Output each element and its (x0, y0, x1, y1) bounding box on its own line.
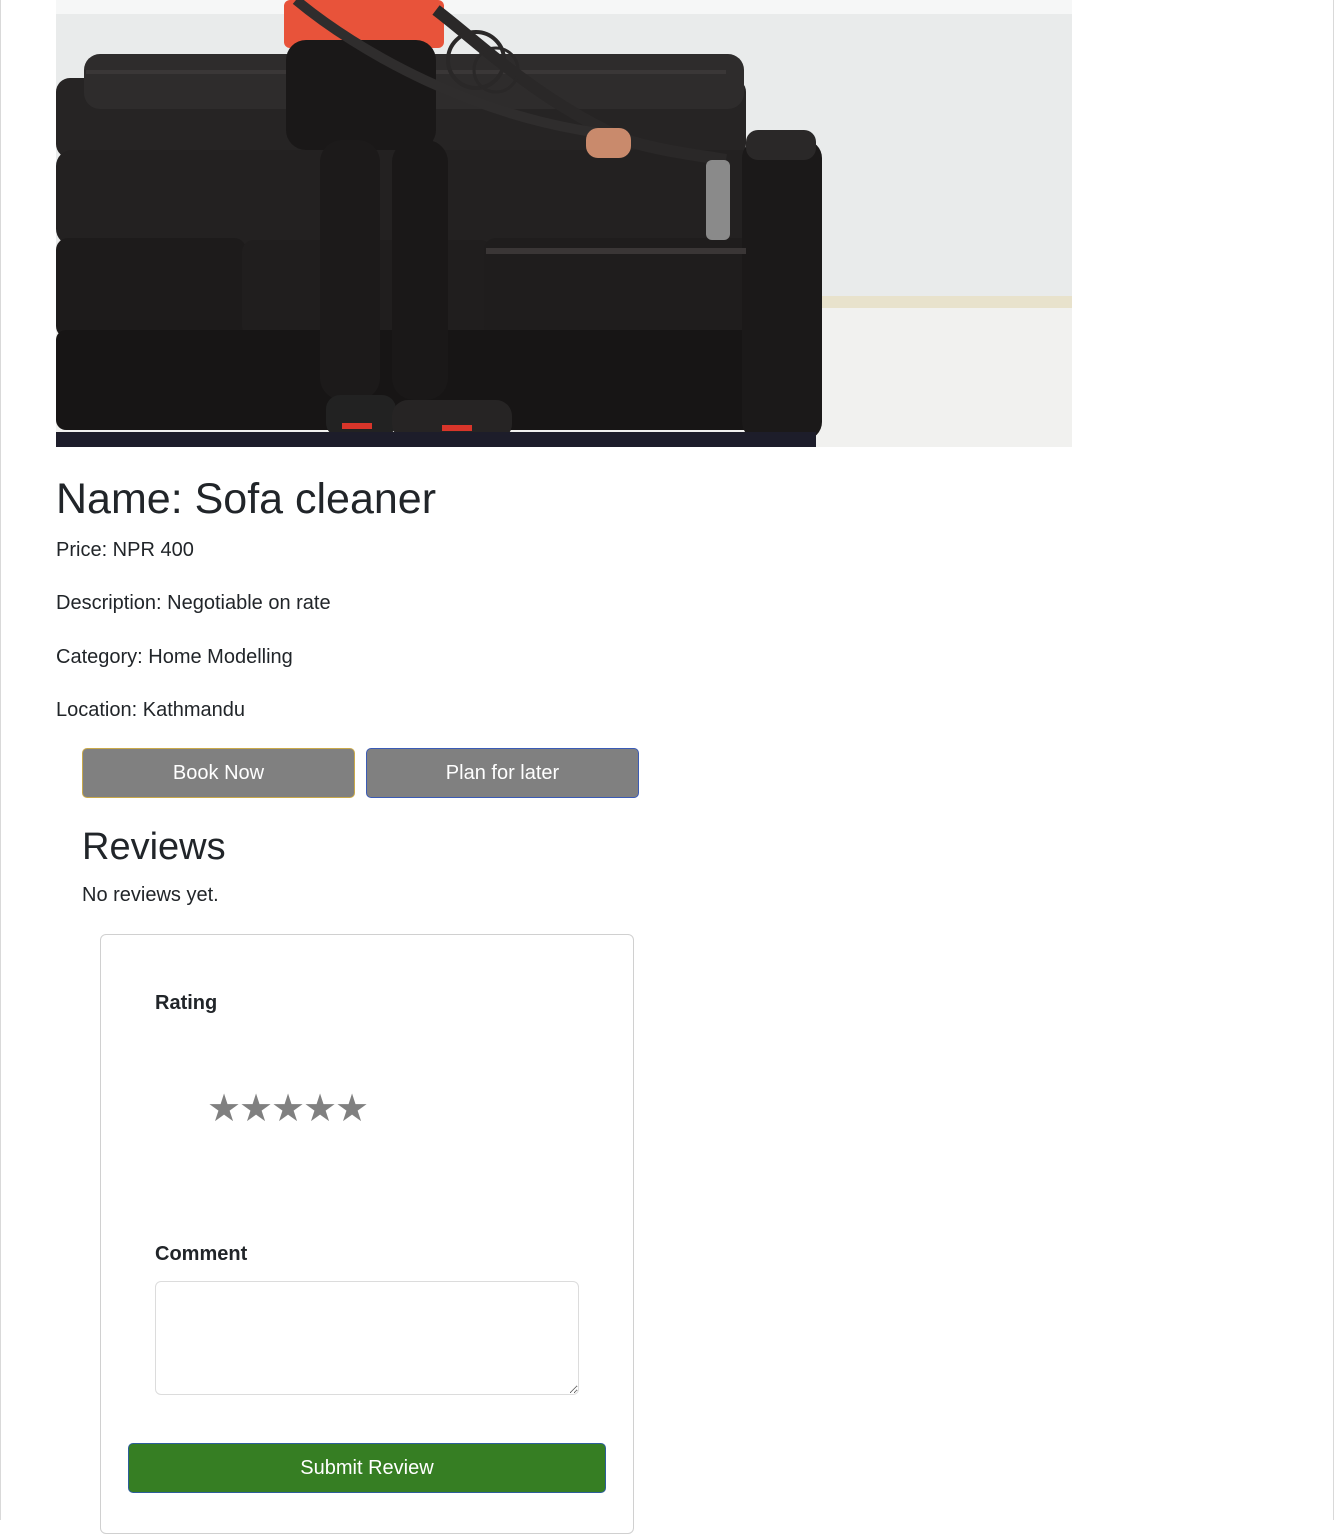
reviews-heading: Reviews (82, 826, 226, 868)
star-icon-4[interactable]: ★ (303, 1085, 337, 1131)
submit-review-button[interactable]: Submit Review (128, 1443, 606, 1493)
comment-field[interactable] (155, 1281, 579, 1395)
product-image (56, 0, 1072, 447)
star-icon-1[interactable]: ★ (207, 1085, 241, 1131)
rating-label: Rating (155, 992, 218, 1014)
star-rating[interactable]: ★ ★ ★ ★ ★ (207, 1085, 369, 1131)
plan-for-later-button[interactable]: Plan for later (366, 748, 639, 798)
product-description: Description: Negotiable on rate (56, 592, 331, 614)
comment-label: Comment (155, 1243, 248, 1265)
book-now-button[interactable]: Book Now (82, 748, 355, 798)
product-category: Category: Home Modelling (56, 646, 293, 668)
star-icon-5[interactable]: ★ (335, 1085, 369, 1131)
product-location: Location: Kathmandu (56, 699, 246, 721)
product-name: Name: Sofa cleaner (56, 475, 437, 523)
star-icon-3[interactable]: ★ (271, 1085, 305, 1131)
review-form: Rating ★ ★ ★ ★ ★ Comment Submit Review (100, 934, 634, 1534)
star-icon-2[interactable]: ★ (239, 1085, 273, 1131)
no-reviews-text: No reviews yet. (82, 884, 219, 906)
product-price: Price: NPR 400 (56, 539, 194, 561)
